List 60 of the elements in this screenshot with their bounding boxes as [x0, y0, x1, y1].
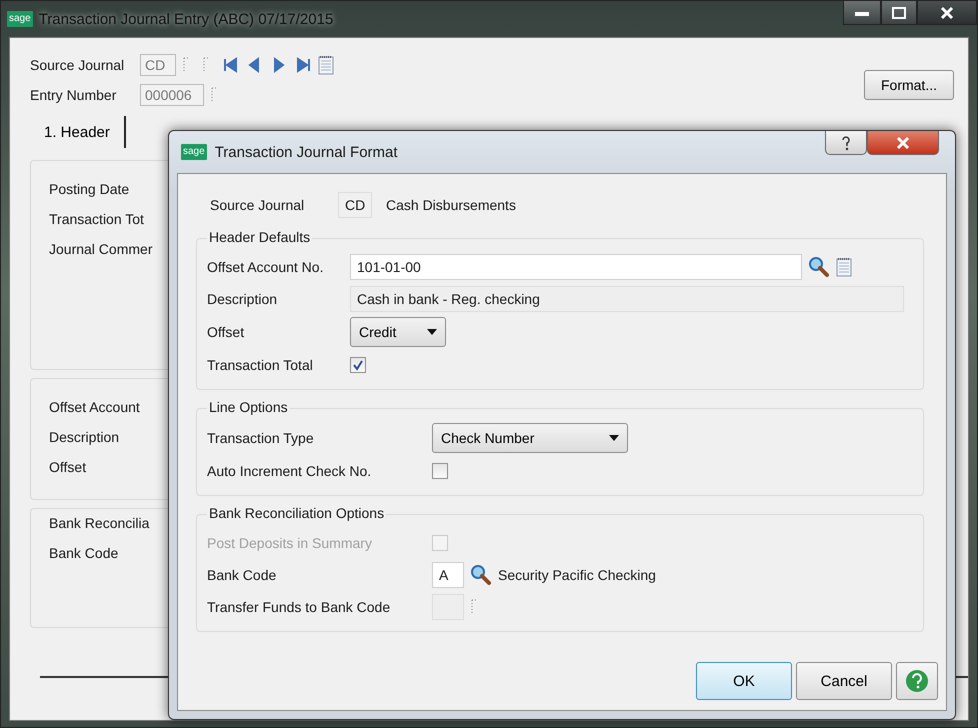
field-label: Offset — [49, 459, 88, 475]
help-button[interactable] — [896, 662, 938, 700]
close-icon — [940, 6, 954, 20]
maximize-icon — [892, 6, 906, 18]
close-button[interactable] — [917, 1, 977, 25]
group-title: Bank Reconcilia — [49, 515, 150, 531]
field-label: Transaction Total — [207, 357, 314, 373]
last-record-icon[interactable] — [294, 56, 312, 74]
field-label: Entry Number — [30, 87, 118, 103]
cancel-button[interactable]: Cancel — [796, 662, 892, 700]
format-button[interactable]: Format... — [864, 70, 954, 100]
field-label: Offset Account No. — [207, 259, 324, 275]
group-title: Header Defaults — [207, 229, 312, 245]
checkbox[interactable] — [432, 463, 448, 479]
field-label: Description — [49, 429, 120, 445]
field-label: Source Journal — [210, 197, 306, 213]
help-icon — [905, 669, 929, 693]
field-label: Posting Date — [49, 181, 130, 197]
field-label: Description — [207, 291, 278, 307]
dropdown[interactable]: Credit — [350, 317, 446, 347]
ok-button[interactable]: OK — [696, 662, 792, 700]
field-label: Transaction Tot — [49, 211, 145, 227]
field-label: Auto Increment Check No. — [207, 463, 372, 479]
search-icon[interactable] — [808, 256, 830, 278]
help-button[interactable] — [825, 131, 867, 155]
search-icon[interactable] — [470, 564, 492, 586]
field-label: Post Deposits in Summary — [207, 535, 373, 551]
group-title: Line Options — [207, 399, 290, 415]
field-label: Bank Code — [49, 545, 120, 561]
account-field[interactable]: 101-01-00 — [350, 254, 802, 280]
caret-icon — [609, 435, 619, 441]
notepad-icon[interactable] — [836, 257, 852, 277]
help-icon — [841, 134, 851, 150]
code-field[interactable]: A — [432, 562, 464, 588]
dialog-title: Transaction Journal Format — [214, 144, 399, 160]
field-label: Offset — [207, 324, 246, 340]
minimize-icon — [855, 10, 869, 16]
checkbox[interactable] — [350, 357, 366, 373]
source-journal-field[interactable]: CD — [140, 54, 176, 76]
description-field: Cash in bank - Reg. checking — [350, 286, 904, 312]
field-label: Journal Commer — [49, 241, 154, 257]
caret-icon — [427, 329, 437, 335]
field-label: Offset Account — [49, 399, 141, 415]
field-label: Bank Code — [207, 567, 278, 583]
app-logo: sage — [7, 11, 33, 27]
group-title: Bank Reconciliation Options — [207, 505, 386, 521]
app-logo: sage — [181, 144, 207, 160]
bank-name: Security Pacific Checking — [498, 567, 656, 583]
source-journal-field: CD — [338, 192, 372, 218]
first-record-icon[interactable] — [222, 56, 240, 74]
close-icon — [895, 136, 911, 150]
journal-name: Cash Disbursements — [386, 197, 516, 213]
minimize-button[interactable] — [843, 1, 881, 25]
field-label: Transfer Funds to Bank Code — [207, 599, 392, 615]
entry-number-field[interactable]: 000006 — [140, 84, 204, 106]
field-label: Source Journal — [30, 57, 126, 73]
dropdown[interactable]: Check Number — [432, 423, 628, 453]
field-label: Transaction Type — [207, 430, 315, 446]
notepad-icon[interactable] — [318, 55, 334, 75]
maximize-button[interactable] — [881, 1, 917, 25]
